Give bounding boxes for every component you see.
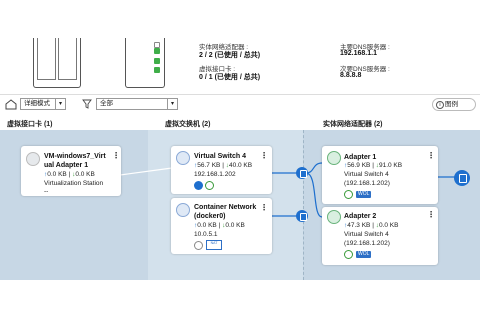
adapter-traffic: ↑56.9 KB | ↓91.0 KB: [344, 162, 403, 169]
switch-title: Virtual Switch 4: [194, 153, 246, 160]
more-options-icon[interactable]: ⋮: [427, 151, 435, 160]
switch-ip: 192.168.1.202: [194, 171, 236, 178]
view-mode-select[interactable]: 详细模式 ▾: [20, 98, 66, 110]
globe-icon: [344, 250, 353, 259]
switch-uplink-port-icon[interactable]: [296, 167, 308, 179]
filter-value: 全部: [100, 100, 113, 107]
port-indicator-active: [154, 48, 160, 54]
adapter-switch: Virtual Switch 4: [344, 231, 389, 238]
bridge-mode-icon: [194, 181, 203, 190]
adapter-traffic: ↑47.3 KB | ↓0.0 KB: [344, 222, 399, 229]
adapter-ip: (192.168.1.202): [344, 240, 390, 247]
filter-icon: [82, 99, 92, 109]
switch-icon: [176, 151, 190, 165]
network-adapter-icon: [327, 210, 341, 224]
vm-nic-traffic: ↑0.0 KB | ↓0.0 KB: [44, 171, 95, 178]
adapter-ip: (192.168.1.202): [344, 180, 390, 187]
legend-label: 图例: [445, 101, 458, 108]
info-icon: i: [436, 100, 444, 109]
legend-button[interactable]: i 图例: [432, 98, 476, 111]
container-uplink-port-icon[interactable]: [296, 210, 308, 222]
adapter-switch: Virtual Switch 4: [344, 171, 389, 178]
vm-nic-extra: --: [44, 188, 49, 195]
switch-icon: [176, 203, 190, 217]
nas-device-back-icon: [125, 38, 165, 88]
secondary-dns-value: 8.8.8.8: [340, 72, 362, 79]
more-options-icon[interactable]: ⋮: [427, 210, 435, 219]
vm-nic-title-line2: ual Adapter 1: [44, 162, 89, 169]
drive-bay-1: [37, 38, 56, 80]
adapter-card-1[interactable]: Adapter 1 ⋮ ↑56.9 KB | ↓91.0 KB Virtual …: [322, 146, 438, 204]
vm-nic-title-line1: VM-windows7_Virt: [44, 153, 106, 160]
column-header-virtual-nics: 虚拟接口卡 (1): [7, 121, 53, 128]
vm-nic-card[interactable]: VM-windows7_Virt ual Adapter 1 ⋮ ↑0.0 KB…: [21, 146, 121, 196]
wol-badge: WOL: [356, 191, 372, 198]
adapter-title: Adapter 1: [344, 154, 377, 161]
vm-nic-source: Virtualization Station: [44, 180, 104, 187]
port-indicator-active: [154, 58, 160, 64]
container-title-line2: (docker0): [194, 213, 226, 220]
adapter-title: Adapter 2: [344, 213, 377, 220]
physical-adapters-value: 2 / 2 (已使用 / 总共): [199, 52, 261, 59]
globe-icon: [205, 181, 214, 190]
more-options-icon[interactable]: ⋮: [260, 203, 268, 212]
network-adapter-icon: [327, 151, 341, 165]
container-title-line1: Container Network: [194, 204, 257, 211]
toolbar-divider: [0, 94, 480, 95]
virtual-switch-card[interactable]: Virtual Switch 4 ⋮ ↑56.7 KB | ↓40.0 KB 1…: [171, 146, 272, 194]
switch-traffic: ↑56.7 KB | ↓40.0 KB: [194, 162, 253, 169]
globe-icon: [344, 190, 353, 199]
nat-badge-icon: NAT: [206, 240, 222, 250]
bottom-blank-area: [0, 280, 480, 320]
globe-icon: [194, 241, 203, 250]
adapter-card-2[interactable]: Adapter 2 ⋮ ↑47.3 KB | ↓0.0 KB Virtual S…: [322, 207, 438, 265]
chevron-down-icon: ▾: [167, 99, 177, 109]
more-options-icon[interactable]: ⋮: [112, 151, 120, 160]
column-header-physical-adapters: 实体网络适配器 (2): [323, 121, 383, 128]
external-network-port-icon[interactable]: [454, 170, 470, 186]
filter-select[interactable]: 全部 ▾: [96, 98, 178, 110]
drive-bay-2: [58, 38, 77, 80]
wol-badge: WOL: [356, 251, 372, 258]
view-mode-value: 详细模式: [24, 100, 50, 107]
virtual-ports-value: 0 / 1 (已使用 / 总共): [199, 74, 261, 81]
primary-dns-value: 192.168.1.1: [340, 50, 377, 57]
port-indicator-active: [154, 67, 160, 73]
nas-device-front-icon: [33, 38, 81, 88]
container-ip: 10.0.5.1: [194, 231, 218, 238]
column-header-virtual-switches: 虚拟交换机 (2): [165, 121, 211, 128]
container-traffic: ↑0.0 KB | ↓0.0 KB: [194, 222, 245, 229]
chevron-down-icon: ▾: [55, 99, 65, 109]
container-network-card[interactable]: Container Network (docker0) ⋮ ↑0.0 KB | …: [171, 198, 272, 254]
more-options-icon[interactable]: ⋮: [260, 151, 268, 160]
home-icon: [5, 99, 17, 110]
vm-icon: [26, 152, 40, 166]
